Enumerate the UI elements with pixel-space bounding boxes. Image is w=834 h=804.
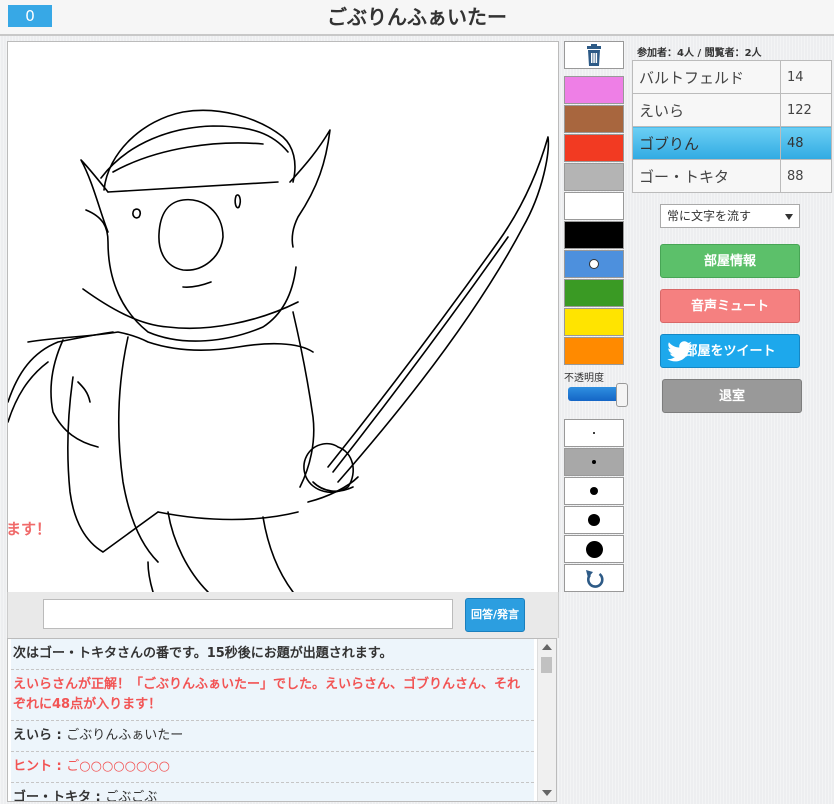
chat-log: 次はゴー・トキタさんの番です。15秒後にお題が出題されます。 えいらさんが正解！… bbox=[7, 638, 557, 802]
leave-room-button[interactable]: 退室 bbox=[662, 379, 802, 413]
answer-bar: 回答/発言 bbox=[7, 592, 559, 638]
color-swatch-pink[interactable] bbox=[564, 76, 624, 104]
brush-dot-icon bbox=[588, 514, 600, 526]
scroll-down-icon[interactable] bbox=[542, 790, 552, 796]
chat-line: ゴー・トキタ : ごぶごぶ bbox=[11, 783, 534, 802]
chat-username: えいら bbox=[13, 728, 53, 743]
player-table: バルトフェルド 14 えいら 122 ゴブりん 48 ゴー・トキタ 88 bbox=[632, 60, 832, 193]
player-row: えいら 122 bbox=[632, 93, 832, 127]
opacity-label: 不透明度 bbox=[564, 373, 604, 384]
answer-input[interactable] bbox=[43, 599, 453, 629]
tweet-room-button[interactable]: 部屋をツイート bbox=[660, 334, 800, 368]
undo-button[interactable] bbox=[564, 564, 624, 592]
opacity-slider-thumb[interactable] bbox=[616, 383, 628, 407]
brush-dot-icon bbox=[593, 432, 595, 434]
answer-button[interactable]: 回答/発言 bbox=[465, 598, 525, 632]
brush-size-xl[interactable] bbox=[564, 535, 624, 563]
color-swatch-white[interactable] bbox=[564, 192, 624, 220]
opacity-slider-track bbox=[568, 387, 620, 401]
opacity-slider[interactable] bbox=[568, 383, 628, 407]
color-swatch-green[interactable] bbox=[564, 279, 624, 307]
player-score: 88 bbox=[780, 159, 832, 193]
scroll-thumb[interactable] bbox=[541, 657, 552, 673]
chat-line: えいらさんが正解！「ごぶりんふぁいたー」でした。えいらさん、ゴブりんさん、それぞ… bbox=[11, 670, 534, 721]
undo-icon bbox=[586, 570, 604, 588]
color-swatch-gray[interactable] bbox=[564, 163, 624, 191]
chat-username: ヒント bbox=[13, 759, 53, 774]
chat-message: 次はゴー・トキタさんの番です。15秒後にお題が出題されます。 bbox=[13, 646, 393, 661]
brush-dot-icon bbox=[590, 487, 598, 495]
player-row: ゴー・トキタ 88 bbox=[632, 159, 832, 193]
chat-message: ごぶごぶ bbox=[105, 790, 158, 802]
color-swatch-orange[interactable] bbox=[564, 337, 624, 365]
marquee-text: ます！ bbox=[7, 520, 52, 538]
player-score: 48 bbox=[780, 126, 832, 160]
color-swatch-black[interactable] bbox=[564, 221, 624, 249]
brush-dot-icon bbox=[585, 540, 603, 558]
text-mode-value: 常に文字を流す bbox=[667, 209, 752, 223]
mute-button[interactable]: 音声ミュート bbox=[660, 289, 800, 323]
player-name: ゴブりん bbox=[632, 126, 781, 160]
selected-color-indicator bbox=[589, 259, 599, 269]
chat-scrollbar[interactable] bbox=[537, 639, 556, 801]
top-bar: 0 ごぶりんふぁいたー bbox=[0, 0, 834, 36]
player-name: えいら bbox=[632, 93, 781, 127]
drawing-canvas[interactable]: ます！ bbox=[7, 41, 559, 593]
player-score: 122 bbox=[780, 93, 832, 127]
player-score: 14 bbox=[780, 60, 832, 94]
brush-size-l[interactable] bbox=[564, 506, 624, 534]
room-participants-info: 参加者：4人 / 閲覧者：2人 bbox=[637, 48, 762, 59]
brush-size-xs[interactable] bbox=[564, 419, 624, 447]
chat-message: ごぶりんふぁいたー bbox=[66, 728, 184, 743]
scroll-up-icon[interactable] bbox=[542, 644, 552, 650]
color-swatch-red[interactable] bbox=[564, 134, 624, 162]
player-name: バルトフェルド bbox=[632, 60, 781, 94]
player-row: バルトフェルド 14 bbox=[632, 60, 832, 94]
brush-dot-icon bbox=[592, 460, 596, 464]
chat-line: えいら : ごぶりんふぁいたー bbox=[11, 721, 534, 752]
drawing-strokes bbox=[8, 109, 550, 592]
chat-line: 次はゴー・トキタさんの番です。15秒後にお題が出題されます。 bbox=[11, 639, 534, 670]
chat-message: えいらさんが正解！「ごぶりんふぁいたー」でした。えいらさん、ゴブりんさん、それぞ… bbox=[13, 677, 521, 712]
room-info-button[interactable]: 部屋情報 bbox=[660, 244, 800, 278]
chat-line: ヒント : ご○○○○○○○○ bbox=[11, 752, 534, 783]
player-name: ゴー・トキタ bbox=[632, 159, 781, 193]
text-mode-select[interactable]: 常に文字を流す bbox=[660, 204, 800, 228]
chevron-down-icon bbox=[785, 214, 793, 220]
chat-message: ご○○○○○○○○ bbox=[66, 759, 171, 774]
player-row-active: ゴブりん 48 bbox=[632, 126, 832, 160]
color-swatch-brown[interactable] bbox=[564, 105, 624, 133]
brush-size-m[interactable] bbox=[564, 477, 624, 505]
clear-canvas-button[interactable] bbox=[564, 41, 624, 69]
trash-icon bbox=[587, 44, 601, 66]
twitter-bird-icon bbox=[667, 341, 692, 362]
brush-size-s[interactable] bbox=[564, 448, 624, 476]
page-title: ごぶりんふぁいたー bbox=[327, 5, 507, 29]
color-swatch-blue[interactable] bbox=[564, 250, 624, 278]
color-swatch-yellow[interactable] bbox=[564, 308, 624, 336]
tweet-room-label: 部屋をツイート bbox=[684, 344, 776, 359]
chat-username: ゴー・トキタ bbox=[13, 790, 92, 802]
